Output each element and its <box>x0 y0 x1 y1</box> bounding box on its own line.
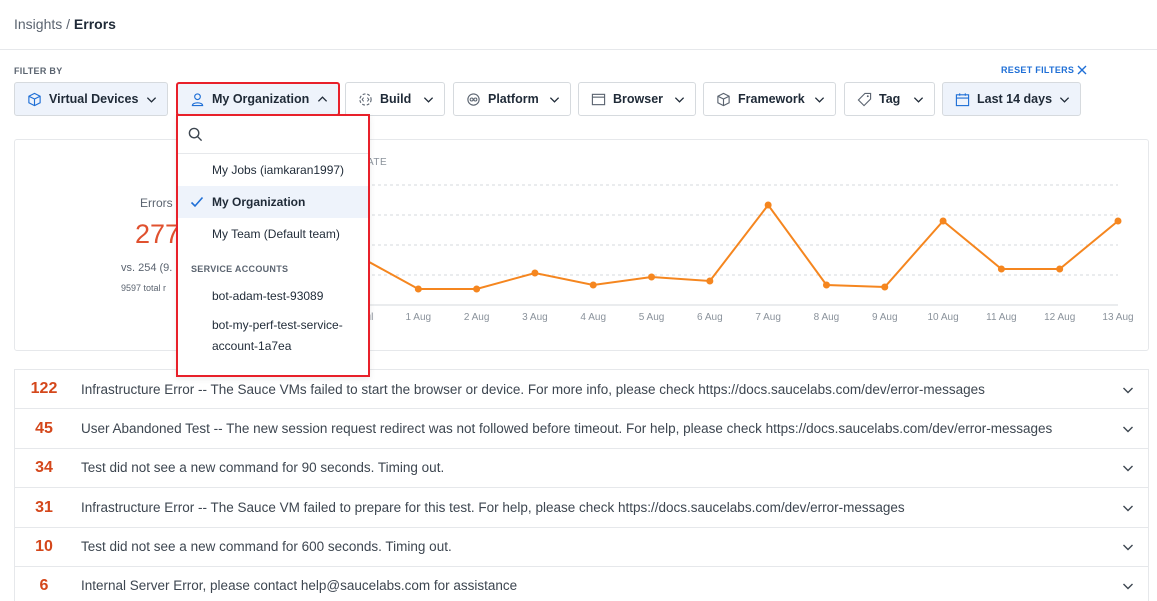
error-message: Infrastructure Error -- The Sauce VM fai… <box>81 500 905 515</box>
chevron-down-icon[interactable] <box>1122 462 1134 474</box>
chevron-down-icon[interactable] <box>1122 384 1134 396</box>
person-icon <box>190 92 205 107</box>
chevron-down-icon[interactable] <box>1122 423 1134 435</box>
dropdown-item-label: bot-my-perf-test-service-account-1a7ea <box>212 318 343 353</box>
error-count: 45 <box>35 419 53 437</box>
dropdown-item-service-account[interactable]: bot-my-perf-test-service-account-1a7ea <box>178 312 368 356</box>
error-message: Infrastructure Error -- The Sauce VMs fa… <box>81 381 985 397</box>
reset-filters-button[interactable]: RESET FILTERS <box>1001 65 1087 75</box>
chevron-down-icon[interactable] <box>1122 502 1134 514</box>
dropdown-item-my-organization[interactable]: My Organization <box>178 186 368 218</box>
dropdown-item-label: My Jobs (iamkaran1997) <box>212 163 345 177</box>
filter-organization-label: My Organization <box>212 92 310 106</box>
filter-tag-label: Tag <box>879 92 901 106</box>
chevron-up-icon <box>317 94 328 105</box>
error-message: Internal Server Error, please contact he… <box>81 578 518 593</box>
error-count: 122 <box>30 380 58 397</box>
error-row[interactable]: 6 Internal Server Error, please contact … <box>14 566 1149 601</box>
filter-by-label: FILTER BY <box>14 66 63 76</box>
filter-browser-button[interactable]: Browser <box>578 82 696 116</box>
chevron-down-icon[interactable] <box>1122 580 1134 592</box>
cube-icon <box>27 92 42 107</box>
service-accounts-heading: SERVICE ACCOUNTS <box>191 264 289 274</box>
error-count: 6 <box>39 576 49 594</box>
errors-comparison: vs. 254 (9. <box>121 262 173 274</box>
filter-tag-button[interactable]: Tag <box>844 82 935 116</box>
dropdown-item-my-jobs[interactable]: My Jobs (iamkaran1997) <box>178 154 368 186</box>
reset-filters-label: RESET FILTERS <box>1001 65 1075 75</box>
close-icon <box>1077 65 1087 75</box>
chevron-down-icon <box>814 94 825 105</box>
error-count: 34 <box>35 458 53 476</box>
filter-date-range-button[interactable]: Last 14 days <box>942 82 1081 116</box>
breadcrumb-separator: / <box>66 16 71 32</box>
browser-window-icon <box>591 92 606 107</box>
chart-title: ATE <box>367 157 388 168</box>
tag-icon <box>857 92 872 107</box>
dropdown-search-field[interactable] <box>178 116 368 154</box>
filter-platform-button[interactable]: Platform <box>453 82 571 116</box>
dropdown-item-label: My Organization <box>212 195 306 209</box>
chevron-down-icon <box>423 94 434 105</box>
error-count: 10 <box>35 537 53 555</box>
error-message: User Abandoned Test -- The new session r… <box>81 421 1053 436</box>
error-message: Test did not see a new command for 600 s… <box>81 539 452 554</box>
checkmark-icon <box>190 195 204 209</box>
error-row[interactable]: 34 Test did not see a new command for 90… <box>14 448 1149 488</box>
error-row[interactable]: 10 Test did not see a new command for 60… <box>14 527 1149 567</box>
calendar-icon <box>955 92 970 107</box>
dropdown-item-label: bot-adam-test-93089 <box>212 289 324 303</box>
filter-framework-label: Framework <box>738 92 805 106</box>
dropdown-item-my-team[interactable]: My Team (Default team) <box>178 218 368 250</box>
breadcrumb-insights[interactable]: Insights <box>14 16 62 32</box>
error-row[interactable]: 31 Infrastructure Error -- The Sauce VM … <box>14 488 1149 528</box>
platform-icon <box>466 92 481 107</box>
error-message: Test did not see a new command for 90 se… <box>81 460 445 475</box>
filter-virtual-devices-button[interactable]: Virtual Devices <box>14 82 168 116</box>
chevron-down-icon <box>549 94 560 105</box>
error-row[interactable]: 45 User Abandoned Test -- The new sessio… <box>14 409 1149 449</box>
chevron-down-icon[interactable] <box>1122 541 1134 553</box>
framework-icon <box>716 92 731 107</box>
errors-total-jobs: 9597 total r <box>121 283 167 293</box>
filter-platform-label: Platform <box>488 92 539 106</box>
search-icon <box>188 127 203 142</box>
filter-build-label: Build <box>380 92 412 106</box>
filter-virtual-devices-label: Virtual Devices <box>49 92 139 106</box>
breadcrumb: Insights / Errors <box>14 16 116 32</box>
filter-build-button[interactable]: Build <box>345 82 445 116</box>
build-icon <box>358 92 373 107</box>
dropdown-item-label: My Team (Default team) <box>212 227 340 241</box>
error-count: 31 <box>35 498 53 516</box>
filter-date-range-label: Last 14 days <box>977 92 1053 106</box>
chevron-down-icon <box>913 94 924 105</box>
chevron-down-icon <box>146 94 157 105</box>
errors-summary-count: 277 <box>135 219 181 249</box>
chevron-down-icon <box>1059 94 1070 105</box>
dropdown-item-service-account[interactable]: bot-adam-test-93089 <box>178 280 368 312</box>
filter-browser-label: Browser <box>613 92 664 106</box>
errors-summary-label: Errors <box>140 196 173 210</box>
chevron-down-icon <box>674 94 685 105</box>
header-divider <box>0 49 1157 50</box>
breadcrumb-current: Errors <box>73 16 116 32</box>
filter-organization-button[interactable]: My Organization <box>176 82 340 116</box>
filter-framework-button[interactable]: Framework <box>703 82 836 116</box>
organization-dropdown-menu: My Jobs (iamkaran1997) My Organization M… <box>176 114 370 377</box>
